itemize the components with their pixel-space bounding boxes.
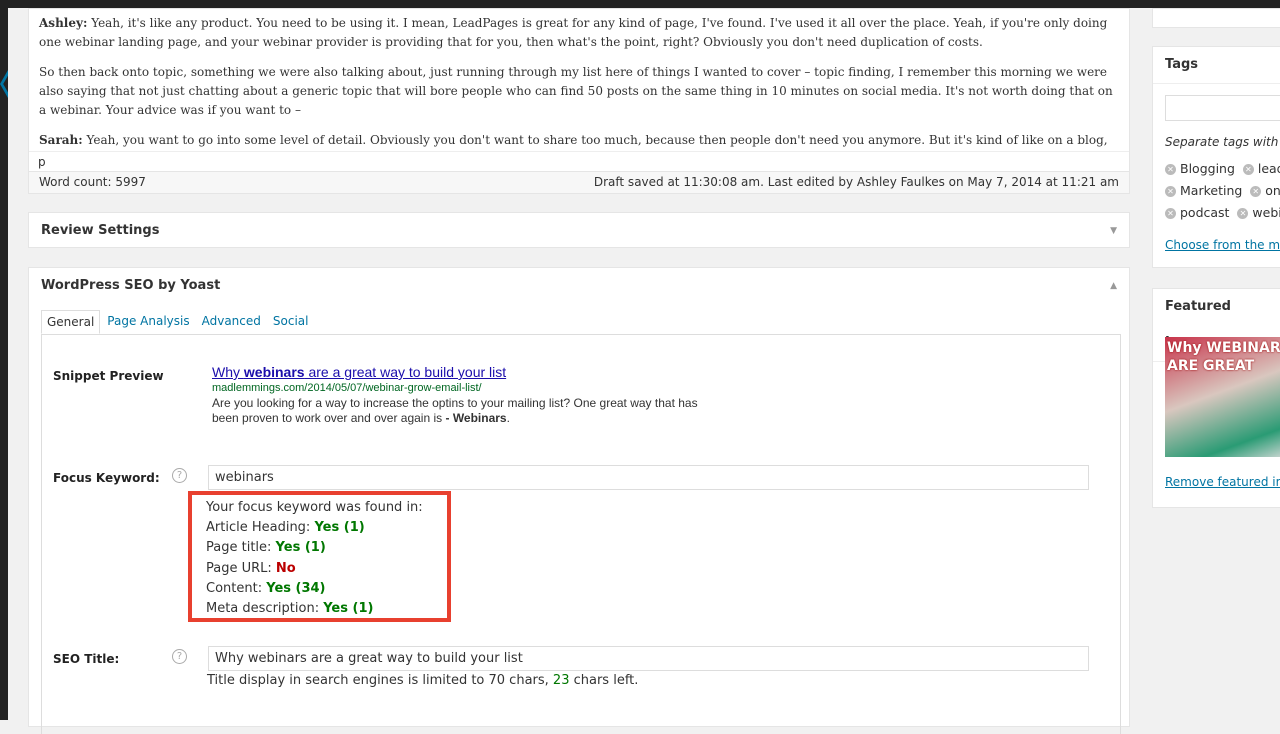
- snippet-title[interactable]: Why webinars are a great way to build yo…: [212, 363, 712, 381]
- tag: lead: [1257, 161, 1280, 176]
- seo-title-input[interactable]: Why webinars are a great way to build yo…: [208, 646, 1089, 671]
- seo-tabs: General Page Analysis Advanced Social: [41, 310, 315, 334]
- snippet-description: Are you looking for a way to increase th…: [212, 396, 698, 425]
- found-row: Page URL: No: [206, 560, 296, 576]
- remove-tag-icon[interactable]: ✕: [1242, 164, 1254, 175]
- collapse-arrow-icon[interactable]: [0, 70, 8, 98]
- top-bar: [0, 0, 1280, 8]
- admin-menu-edge: [0, 8, 8, 720]
- remove-featured-image-link[interactable]: Remove featured im: [1165, 475, 1280, 489]
- found-row: Meta description: Yes (1): [206, 601, 374, 617]
- editor-path: p: [29, 151, 1129, 171]
- tag: Blogging: [1180, 161, 1235, 176]
- general-panel: Snippet Preview Why webinars are a great…: [41, 334, 1121, 734]
- expand-arrow-icon[interactable]: ▼: [1110, 213, 1117, 249]
- yoast-seo-box: WordPress SEO by Yoast ▲ General Page Ana…: [28, 267, 1130, 734]
- seo-title-label: SEO Title:: [53, 652, 120, 666]
- tag: on: [1265, 183, 1280, 198]
- help-icon[interactable]: ?: [172, 649, 187, 664]
- tags-box: Tags Separate tags with co ✕Blogging ✕le…: [1152, 46, 1280, 268]
- editor-status-bar: Word count: 5997 Draft saved at 11:30:08…: [29, 171, 1129, 193]
- tag-row: ✕Blogging ✕lead: [1165, 161, 1280, 176]
- snippet-url: madlemmings.com/2014/05/07/webinar-grow-…: [212, 382, 482, 394]
- found-row: Content: Yes (34): [206, 580, 326, 596]
- speaker: Ashley:: [39, 16, 88, 30]
- sidebar-box: [1152, 8, 1280, 28]
- remove-tag-icon[interactable]: ✕: [1165, 186, 1176, 197]
- title-length-hint: Title display in search engines is limit…: [207, 673, 639, 688]
- keyword-found-box: Your focus keyword was found in: Article…: [188, 491, 451, 622]
- tag-row: ✕ Marketing ✕ on: [1165, 183, 1280, 198]
- post-editor: Ashley: Yeah, it's like any product. You…: [28, 8, 1130, 194]
- box-title: WordPress SEO by Yoast: [41, 278, 221, 293]
- draft-status: Draft saved at 11:30:08 am. Last edited …: [593, 175, 1119, 189]
- tab-social[interactable]: Social: [268, 310, 314, 334]
- snippet-preview-label: Snippet Preview: [53, 369, 164, 383]
- tag-row: ✕ podcast ✕ webi: [1165, 205, 1280, 220]
- word-count: Word count: 5997: [39, 175, 146, 189]
- snippet-preview: Why webinars are a great way to build yo…: [212, 363, 712, 426]
- paragraph: Yeah, it's like any product. You need to…: [39, 16, 1108, 49]
- tab-general[interactable]: General: [41, 310, 101, 334]
- choose-tags-link[interactable]: Choose from the mo: [1165, 238, 1280, 252]
- collapse-arrow-icon[interactable]: ▲: [1110, 268, 1117, 304]
- paragraph: Yeah, you want to go into some level of …: [86, 133, 1108, 147]
- help-icon[interactable]: ?: [172, 468, 187, 483]
- editor-content[interactable]: Ashley: Yeah, it's like any product. You…: [29, 9, 1129, 149]
- found-row: Page title: Yes (1): [206, 540, 326, 556]
- remove-tag-icon[interactable]: ✕: [1250, 186, 1262, 197]
- tag: podcast: [1180, 205, 1230, 220]
- tab-page-analysis[interactable]: Page Analysis: [102, 310, 194, 334]
- focus-keyword-label: Focus Keyword:: [53, 471, 160, 485]
- box-title: Tags: [1165, 57, 1199, 72]
- box-title: Review Settings: [41, 223, 160, 238]
- tag: webi: [1252, 205, 1280, 220]
- tab-advanced[interactable]: Advanced: [197, 310, 266, 334]
- focus-keyword-input[interactable]: webinars: [208, 465, 1089, 490]
- remove-tag-icon[interactable]: ✕: [1165, 164, 1176, 175]
- paragraph: So then back onto topic, something we we…: [39, 65, 1113, 117]
- found-intro: Your focus keyword was found in:: [206, 500, 423, 515]
- tag: Marketing: [1180, 183, 1243, 198]
- featured-image-box: Featured Image Why WEBINARS ARE GREAT Re…: [1152, 288, 1280, 508]
- review-settings-box[interactable]: Review Settings ▼: [28, 212, 1130, 248]
- speaker: Sarah:: [39, 133, 83, 147]
- featured-image[interactable]: Why WEBINARS ARE GREAT: [1165, 337, 1280, 457]
- remove-tag-icon[interactable]: ✕: [1237, 208, 1249, 219]
- tag-input[interactable]: [1165, 95, 1280, 121]
- found-row: Article Heading: Yes (1): [206, 520, 365, 536]
- remove-tag-icon[interactable]: ✕: [1165, 208, 1176, 219]
- tags-hint: Separate tags with co: [1165, 135, 1280, 149]
